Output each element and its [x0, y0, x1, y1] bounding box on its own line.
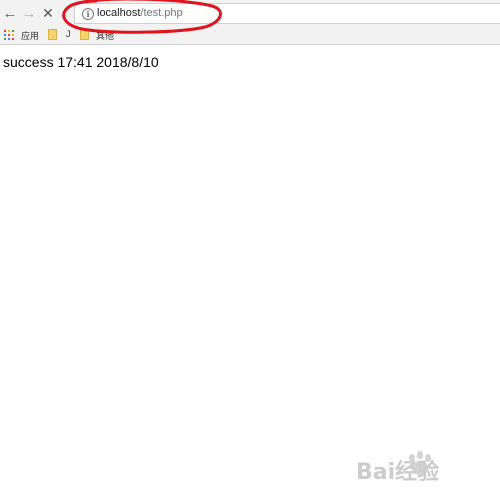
apps-grid-dot: [8, 34, 10, 36]
browser-window: ← → ✕ i localhost/test.php 应用 J 其他 succe…: [0, 0, 500, 500]
watermark: Bai经验: [352, 446, 492, 486]
apps-grid-dot: [4, 38, 6, 40]
browser-toolbar: ← → ✕ i localhost/test.php: [0, 0, 500, 27]
bookmark-folder-other[interactable]: 其他: [96, 29, 114, 42]
apps-grid-icon[interactable]: [4, 30, 14, 40]
forward-button[interactable]: →: [20, 4, 38, 22]
url-text[interactable]: localhost/test.php: [97, 7, 183, 19]
apps-grid-dot: [12, 30, 14, 32]
red-ellipse-annotation: [62, 0, 222, 34]
page-body-text: success 17:41 2018/8/10: [3, 54, 159, 70]
apps-grid-dot: [8, 30, 10, 32]
apps-grid-dot: [8, 38, 10, 40]
apps-grid-dot: [12, 34, 14, 36]
apps-grid-dot: [4, 30, 6, 32]
close-icon: ✕: [42, 4, 54, 21]
arrow-left-icon: ←: [2, 4, 18, 22]
address-bar[interactable]: i localhost/test.php: [74, 3, 500, 24]
apps-grid-dot: [12, 38, 14, 40]
arrow-right-icon: →: [21, 4, 37, 22]
watermark-text: Bai经验: [356, 460, 440, 485]
folder-icon[interactable]: [80, 29, 89, 40]
stop-button[interactable]: ✕: [39, 4, 57, 22]
folder-icon[interactable]: [48, 29, 57, 40]
info-icon[interactable]: i: [82, 8, 94, 20]
bookmarks-bar: 应用 J 其他: [0, 27, 500, 45]
back-button[interactable]: ←: [1, 4, 19, 22]
bookmark-folder-j[interactable]: J: [66, 29, 71, 39]
apps-grid-dot: [4, 34, 6, 36]
url-path: /test.php: [140, 7, 183, 19]
url-host: localhost: [97, 7, 141, 19]
bookmark-apps-label[interactable]: 应用: [21, 29, 39, 42]
